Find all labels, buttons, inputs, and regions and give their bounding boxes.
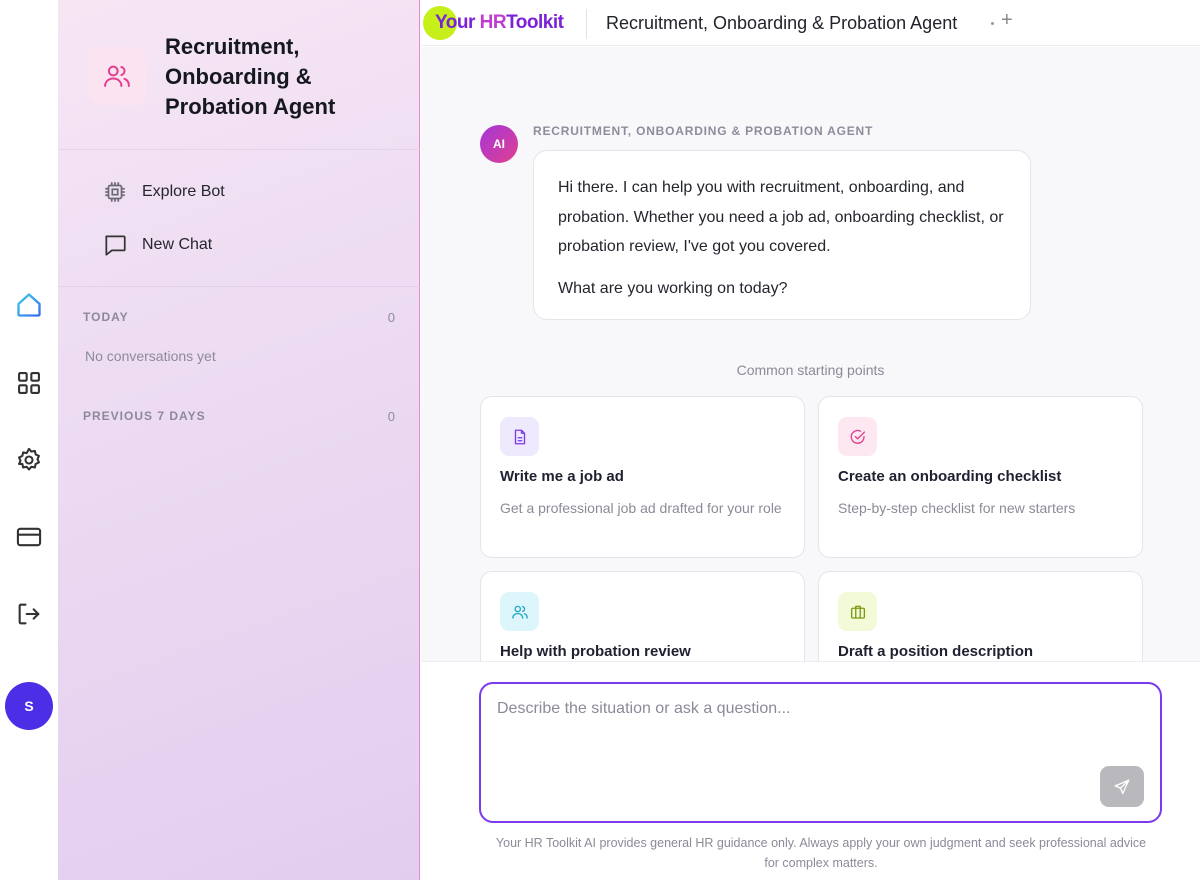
card-title: Help with probation review <box>500 643 691 660</box>
send-icon <box>1114 779 1130 794</box>
suggestion-card-position-description[interactable]: Draft a position description <box>818 571 1143 661</box>
left-rail: S <box>0 0 58 880</box>
apps-grid-icon[interactable] <box>14 368 44 398</box>
card-title: Write me a job ad <box>500 468 624 485</box>
briefcase-icon <box>838 592 877 631</box>
ai-avatar: AI <box>480 125 518 163</box>
card-description: Get a professional job ad drafted for yo… <box>500 500 782 516</box>
tab-dot <box>991 22 994 25</box>
previous-7-days-label: PREVIOUS 7 DAYS <box>83 409 206 423</box>
previous-7-days-count: 0 <box>387 409 395 424</box>
send-button[interactable] <box>1100 766 1144 807</box>
document-icon <box>500 417 539 456</box>
suggestion-card-onboarding[interactable]: Create an onboarding checklist Step-by-s… <box>818 396 1143 558</box>
agent-title: Recruitment, Onboarding & Probation Agen… <box>165 34 336 119</box>
add-tab-button[interactable]: + <box>1001 9 1013 32</box>
chat-icon <box>105 235 126 256</box>
active-tab-title[interactable]: Recruitment, Onboarding & Probation Agen… <box>606 13 957 34</box>
message-composer <box>479 682 1162 823</box>
chat-area: AI RECRUITMENT, ONBOARDING & PROBATION A… <box>421 47 1200 661</box>
composer-zone: Your HR Toolkit AI provides general HR g… <box>421 661 1200 880</box>
chip-icon <box>105 182 125 202</box>
agent-header: Recruitment, Onboarding & Probation Agen… <box>58 0 420 150</box>
user-avatar[interactable]: S <box>5 682 53 730</box>
card-title: Create an onboarding checklist <box>838 468 1062 485</box>
top-bar: Your HRToolkit Recruitment, Onboarding &… <box>421 0 1200 46</box>
logo-text: Your HRToolkit <box>435 12 564 33</box>
today-count: 0 <box>387 310 395 325</box>
assistant-message: Hi there. I can help you with recruitmen… <box>533 150 1031 320</box>
sidebar: Recruitment, Onboarding & Probation Agen… <box>58 0 420 880</box>
users-icon <box>500 592 539 631</box>
credit-card-icon[interactable] <box>14 522 44 552</box>
suggestion-card-probation[interactable]: Help with probation review <box>480 571 805 661</box>
agent-users-icon <box>88 47 146 105</box>
card-description: Step-by-step checklist for new starters <box>838 500 1076 516</box>
explore-bot-label: Explore Bot <box>142 183 225 200</box>
check-circle-icon <box>838 417 877 456</box>
explore-bot-link[interactable]: Explore Bot <box>102 177 225 207</box>
message-question: What are you working on today? <box>558 279 788 297</box>
home-icon[interactable] <box>14 290 44 320</box>
topbar-separator <box>586 9 587 39</box>
starting-points-label: Common starting points <box>736 362 885 378</box>
suggestion-card-job-ad[interactable]: Write me a job ad Get a professional job… <box>480 396 805 558</box>
today-section-label: TODAY <box>83 310 129 324</box>
empty-conversations-note: No conversations yet <box>85 348 216 364</box>
message-paragraph: Hi there. I can help you with recruitmen… <box>558 179 1004 255</box>
agent-label: RECRUITMENT, ONBOARDING & PROBATION AGEN… <box>533 124 874 138</box>
disclaimer-text: Your HR Toolkit AI provides general HR g… <box>495 836 1147 870</box>
new-chat-link[interactable]: New Chat <box>102 230 212 260</box>
message-input[interactable] <box>497 700 1057 760</box>
card-title: Draft a position description <box>838 643 1034 660</box>
new-chat-label: New Chat <box>142 236 213 253</box>
brand-logo[interactable]: Your HRToolkit <box>423 4 564 42</box>
gear-icon[interactable] <box>14 445 44 475</box>
logout-icon[interactable] <box>14 599 44 629</box>
sidebar-divider <box>58 286 420 287</box>
